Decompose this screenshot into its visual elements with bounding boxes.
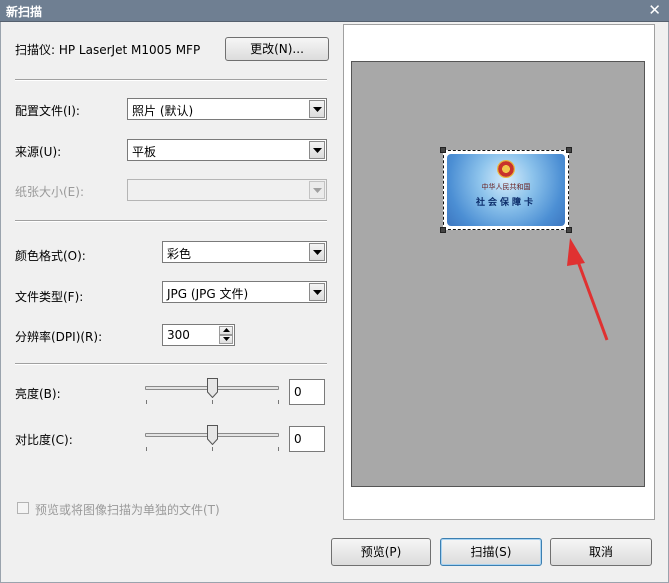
annotation-arrow-icon [567, 238, 609, 341]
